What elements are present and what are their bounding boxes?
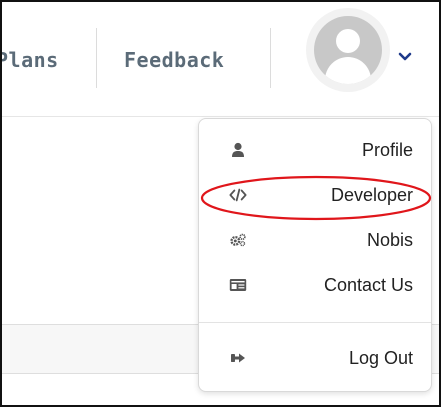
avatar-body [325,57,371,84]
nav-divider [96,28,97,88]
menu-divider [199,322,431,323]
menu-item-label: Contact Us [323,275,413,295]
app-window: Plans Feedback Profile Developer Nobis C… [0,0,441,407]
sign-out-icon [229,350,247,366]
user-icon [229,142,247,158]
menu-item-developer[interactable]: Developer [199,174,431,216]
menu-item-nobis[interactable]: Nobis [199,219,431,261]
user-dropdown-menu: Profile Developer Nobis Contact Us Log O… [198,118,432,392]
menu-item-log-out[interactable]: Log Out [199,337,431,379]
menu-item-label: Nobis [366,230,413,250]
avatar [314,16,382,84]
nav-link-feedback[interactable]: Feedback [124,48,224,72]
gears-icon [229,232,247,248]
user-avatar-button[interactable] [306,8,390,92]
chevron-down-icon[interactable] [398,52,412,62]
menu-item-label: Profile [361,140,413,160]
nav-link-plans[interactable]: Plans [2,48,59,72]
id-card-icon [229,277,247,293]
nav-divider [270,28,271,88]
menu-item-label: Developer [330,185,413,205]
top-navigation-bar: Plans Feedback [2,2,439,117]
code-icon [229,187,247,203]
menu-item-label: Log Out [348,348,413,368]
menu-item-profile[interactable]: Profile [199,129,431,171]
menu-item-contact-us[interactable]: Contact Us [199,264,431,306]
avatar-head [336,29,360,53]
